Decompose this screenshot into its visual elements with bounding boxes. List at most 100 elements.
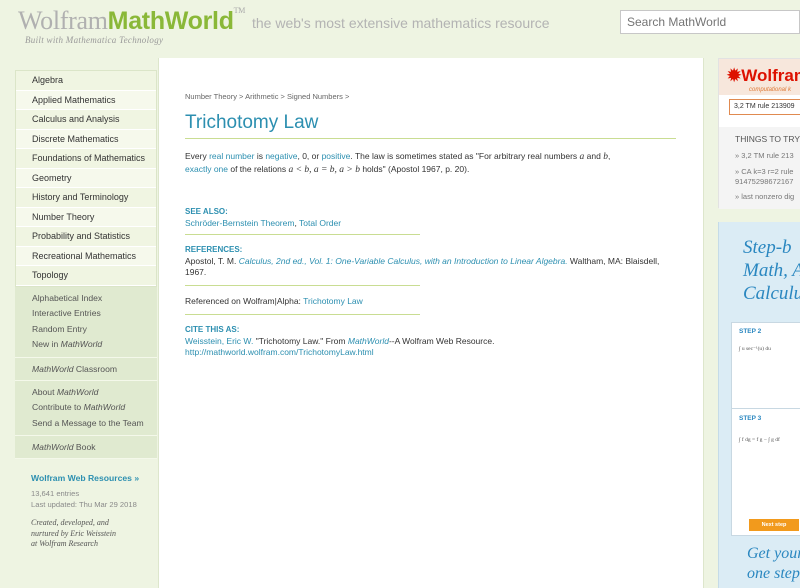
section-divider — [185, 314, 420, 315]
nav-interactive-entries[interactable]: Interactive Entries — [15, 306, 157, 322]
ad-footer-line: Get your — [747, 545, 800, 562]
nav-alphabetical-index[interactable]: Alphabetical Index — [15, 291, 157, 307]
nav-topic-geometry[interactable]: Geometry — [16, 168, 156, 188]
title-divider — [185, 138, 676, 139]
reference-year: 1967. — [185, 267, 207, 277]
site-tagline: the web's most extensive mathematics res… — [252, 15, 550, 31]
nav-contribute-label: Contribute to — [32, 402, 84, 412]
nav-topic-applied-mathematics[interactable]: Applied Mathematics — [16, 90, 156, 110]
wolfram-alpha-ad[interactable]: ✹Wolfram computational k 3,2 TM rule 213… — [718, 58, 800, 209]
reference-publisher: Waltham, MA: Blaisdell, — [567, 255, 660, 266]
link-cite-author[interactable]: Weisstein, Eric W. — [185, 336, 253, 346]
entry-count: 13,641 entries — [31, 489, 80, 498]
nav-topic-probability[interactable]: Probability and Statistics — [16, 227, 156, 247]
def-text: of the relations — [228, 164, 289, 175]
ad-headline: Step-b Math, A Calculu — [743, 236, 800, 305]
nav-topic-foundations[interactable]: Foundations of Mathematics — [16, 149, 156, 169]
references-label: REFERENCES: — [185, 245, 243, 254]
ad-query-input[interactable]: 3,2 TM rule 213909 — [729, 99, 800, 115]
breadcrumb-signed-numbers[interactable]: Signed Numbers — [287, 92, 343, 101]
nav-topic-number-theory[interactable]: Number Theory — [16, 207, 156, 227]
nav-topic-algebra[interactable]: Algebra — [16, 71, 156, 91]
next-step-button[interactable]: Next step — [749, 519, 799, 531]
nav-contribute-mathworld: MathWorld — [83, 402, 126, 412]
breadcrumb-separator: > — [278, 92, 288, 101]
link-wolfram-alpha[interactable]: Trichotomy Law — [303, 296, 363, 306]
ad-footer-text: Get your one step — [747, 544, 800, 584]
wolfram-web-resources-link[interactable]: Wolfram Web Resources » — [15, 473, 157, 483]
topic-nav: Algebra Applied Mathematics Calculus and… — [15, 70, 157, 287]
nav-about[interactable]: About MathWorld — [15, 385, 157, 401]
breadcrumb-number-theory[interactable]: Number Theory — [185, 92, 237, 101]
link-exactly-one[interactable]: exactly one — [185, 164, 228, 174]
referenced-label: Referenced on Wolfram|Alpha: — [185, 296, 304, 306]
logo-trademark: TM — [233, 6, 246, 15]
math-relations: a < b, a = b, a > b — [288, 165, 360, 176]
section-divider — [185, 285, 420, 286]
mathworld-logo[interactable]: WolframMathWorldTM — [18, 6, 245, 36]
link-reference-book[interactable]: Calculus, 2nd ed., Vol. 1: One-Variable … — [239, 256, 568, 266]
nav-new-in-mathworld[interactable]: New in MathWorld — [15, 337, 157, 353]
link-real-number[interactable]: real number — [209, 151, 254, 161]
def-text: . The law is sometimes stated as "For ar… — [350, 151, 580, 161]
step-card — [731, 322, 800, 410]
wolfram-spikey-icon: ✹ — [727, 66, 742, 85]
left-sidebar: Algebra Applied Mathematics Calculus and… — [15, 70, 157, 550]
ad-example[interactable]: » CA k=3 r=2 rule — [735, 167, 793, 177]
logo-mathworld-text: MathWorld — [107, 7, 234, 35]
breadcrumb-separator: > — [236, 92, 246, 101]
reference-author: Apostol, T. M. — [185, 255, 239, 266]
nav-book-mathworld: MathWorld — [32, 442, 74, 452]
step-2-label: STEP 2 — [739, 328, 762, 335]
referenced-section: Referenced on Wolfram|Alpha: Trichotomy … — [185, 296, 363, 308]
ad-brand-text: Wolfram — [741, 66, 800, 85]
nav-new-in-mathworld-italic: MathWorld — [60, 339, 103, 349]
ad-headline-line: Step-b — [743, 237, 792, 258]
step-math-preview: ∫ f dg = f g − ∫ g df — [739, 437, 780, 443]
nav-about-group: About MathWorld Contribute to MathWorld … — [15, 380, 157, 436]
nav-random-entry[interactable]: Random Entry — [15, 322, 157, 338]
nav-topic-calculus[interactable]: Calculus and Analysis — [16, 110, 156, 130]
see-also-label: SEE ALSO: — [185, 207, 228, 216]
nav-contribute[interactable]: Contribute to MathWorld — [15, 400, 157, 416]
step-by-step-ad[interactable]: Step-b Math, A Calculu STEP 2 ∫ u sec⁻¹(… — [718, 222, 800, 588]
def-text: holds" (Apostol 1967, p. 20). — [359, 164, 470, 175]
ad-things-to-try: THINGS TO TRY — [735, 134, 800, 144]
link-total-order[interactable]: Total Order — [299, 218, 341, 228]
cite-text: "Trichotomy Law." From — [253, 335, 348, 346]
link-schroder-bernstein[interactable]: Schröder-Bernstein Theorem — [185, 218, 294, 228]
nav-classroom-label: Classroom — [73, 363, 118, 374]
nav-topic-topology[interactable]: Topology — [16, 266, 156, 286]
nav-new-in-label: New in — [32, 339, 61, 349]
nav-book-label: Book — [73, 442, 96, 452]
references-section: REFERENCES: Apostol, T. M. Calculus, 2nd… — [185, 244, 675, 279]
credit-line: nurtured by Eric Weisstein — [31, 528, 116, 538]
section-divider — [185, 234, 420, 235]
nav-topic-history[interactable]: History and Terminology — [16, 188, 156, 208]
link-cite-url[interactable]: http://mathworld.wolfram.com/TrichotomyL… — [185, 347, 374, 357]
def-text: is — [254, 151, 266, 161]
wolfram-alpha-logo: ✹Wolfram — [727, 66, 800, 86]
breadcrumb-arithmetic[interactable]: Arithmetic — [245, 92, 278, 101]
nav-send-message[interactable]: Send a Message to the Team — [15, 416, 157, 432]
last-updated: Last updated: Thu Mar 29 2018 — [31, 500, 137, 509]
ad-headline-line: Calculu — [743, 283, 800, 304]
link-positive[interactable]: positive — [322, 151, 351, 161]
nav-book[interactable]: MathWorld Book — [15, 436, 157, 459]
ad-footer-line: one step — [747, 565, 800, 582]
ad-example[interactable]: » last nonzero dig — [735, 192, 794, 202]
site-header: WolframMathWorldTM Built with Mathematic… — [0, 0, 800, 52]
nav-classroom[interactable]: MathWorld Classroom — [15, 357, 157, 381]
link-negative[interactable]: negative — [265, 151, 297, 161]
ad-example[interactable]: » 3,2 TM rule 213 — [735, 151, 794, 161]
cite-section: CITE THIS AS: Weisstein, Eric W. "Tricho… — [185, 324, 494, 359]
link-cite-mathworld[interactable]: MathWorld — [348, 336, 389, 346]
breadcrumb: Number Theory > Arithmetic > Signed Numb… — [185, 92, 349, 101]
nav-classroom-mathworld: MathWorld — [32, 363, 74, 374]
nav-topic-discrete[interactable]: Discrete Mathematics — [16, 129, 156, 149]
nav-about-label: About — [32, 386, 57, 397]
credit-line: at Wolfram Research — [31, 539, 98, 548]
nav-topic-recreational[interactable]: Recreational Mathematics — [16, 246, 156, 266]
search-input[interactable] — [620, 10, 800, 34]
def-text: , — [607, 151, 611, 161]
